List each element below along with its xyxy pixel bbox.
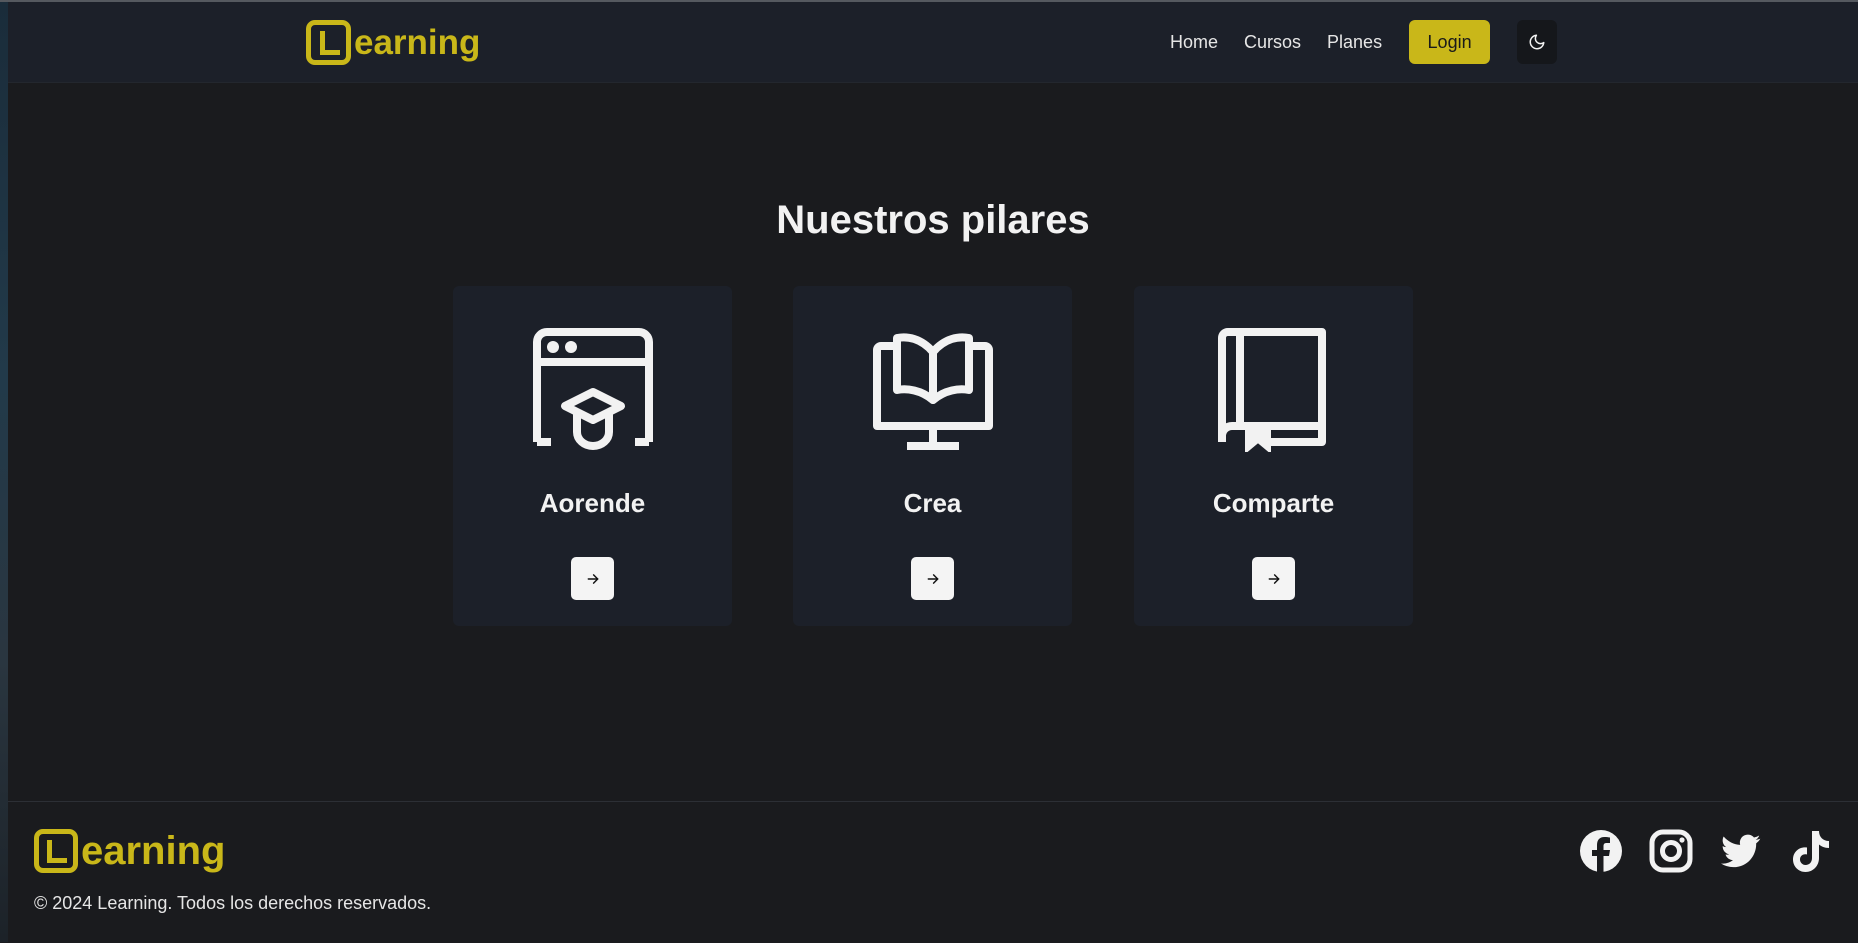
monitor-book-icon xyxy=(873,333,993,450)
facebook-icon xyxy=(1580,830,1622,873)
card-action-button[interactable] xyxy=(1252,557,1295,600)
card-title: Aorende xyxy=(539,488,646,518)
moon-icon xyxy=(1529,34,1545,50)
card-title: Comparte xyxy=(1212,488,1335,518)
pillar-card-aprende: Aorende xyxy=(453,286,732,626)
header-logo[interactable]: earning xyxy=(306,20,480,65)
card-action-button[interactable] xyxy=(571,557,614,600)
card-action-button[interactable] xyxy=(911,557,954,600)
pillar-card-crea: Crea xyxy=(793,286,1072,626)
instagram-link[interactable] xyxy=(1648,828,1694,874)
arrow-right-icon xyxy=(1268,573,1279,584)
background-strip xyxy=(0,0,8,942)
arrow-right-icon xyxy=(587,573,598,584)
card-title: Crea xyxy=(903,488,962,518)
logo-mark-icon xyxy=(306,20,351,65)
twitter-link[interactable] xyxy=(1718,828,1764,874)
logo-text: earning xyxy=(81,829,226,873)
theme-toggle-button[interactable] xyxy=(1517,20,1558,64)
nav-link-home[interactable]: Home xyxy=(1170,32,1218,53)
bookmark-book-icon xyxy=(1218,328,1326,452)
main-nav: Home Cursos Planes Login xyxy=(1170,20,1558,64)
copyright-text: © 2024 Learning. Todos los derechos rese… xyxy=(34,893,432,913)
site-header: earning Home Cursos Planes Login xyxy=(8,2,1858,83)
logo-mark-icon xyxy=(34,829,78,873)
tiktok-link[interactable] xyxy=(1788,828,1834,874)
twitter-icon xyxy=(1721,834,1761,868)
arrow-right-icon xyxy=(927,573,938,584)
tiktok-icon xyxy=(1793,831,1829,872)
nav-link-planes[interactable]: Planes xyxy=(1327,32,1382,53)
login-button[interactable]: Login xyxy=(1409,20,1491,64)
browser-graduation-cap-icon xyxy=(533,328,653,450)
pillar-card-comparte: Comparte xyxy=(1134,286,1413,626)
nav-link-cursos[interactable]: Cursos xyxy=(1244,32,1301,53)
section-title: Nuestros pilares xyxy=(776,198,1090,242)
footer-logo[interactable]: earning xyxy=(34,829,225,873)
instagram-icon xyxy=(1649,829,1693,873)
social-links xyxy=(1578,828,1834,874)
logo-text: earning xyxy=(354,23,481,62)
facebook-link[interactable] xyxy=(1578,828,1624,874)
site-footer: earning © 2024 Learning. Todos los derec… xyxy=(8,801,1858,943)
